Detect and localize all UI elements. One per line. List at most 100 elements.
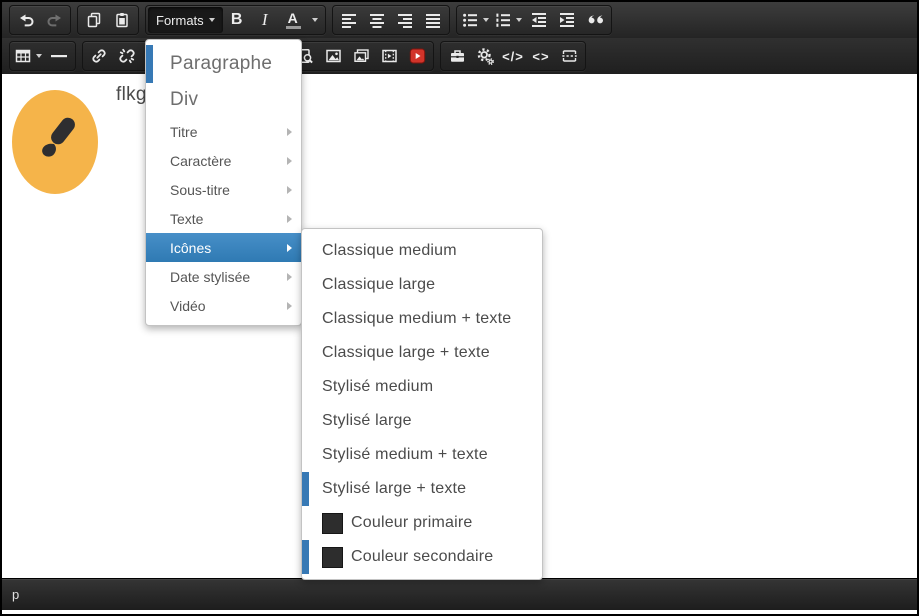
toolbar-row-2: </> <>: [2, 38, 917, 74]
text-color-dropdown[interactable]: [307, 7, 323, 33]
chevron-right-icon: [287, 243, 292, 252]
submenu-item-label: Stylisé medium: [322, 378, 434, 395]
submenu-item-stylise-medium[interactable]: Stylisé medium: [302, 370, 542, 404]
numbered-list-icon: [495, 12, 511, 28]
formats-label: Formats: [156, 12, 204, 28]
copy-button[interactable]: [80, 7, 108, 33]
submenu-item-couleur-secondaire[interactable]: Couleur secondaire: [302, 540, 542, 574]
briefcase-button[interactable]: [443, 43, 471, 69]
menu-item-titre[interactable]: Titre: [146, 117, 301, 146]
list-group: [455, 5, 612, 35]
align-center-button[interactable]: [363, 7, 391, 33]
submenu-item-label: Classique large + texte: [322, 344, 490, 361]
bold-icon: B: [230, 11, 243, 28]
settings-button[interactable]: [471, 43, 499, 69]
menu-item-caractere[interactable]: Caractère: [146, 146, 301, 175]
align-right-button[interactable]: [391, 7, 419, 33]
submenu-item-classique-large-texte[interactable]: Classique large + texte: [302, 336, 542, 370]
history-group: [9, 5, 71, 35]
inline-code-icon: <>: [532, 48, 550, 64]
indent-icon: [559, 12, 575, 28]
horizontal-rule-button[interactable]: [45, 43, 73, 69]
redo-icon: [46, 12, 63, 28]
caret-down-icon: [515, 18, 522, 22]
horizontal-rule-icon: [50, 48, 68, 64]
submenu-item-stylise-medium-texte[interactable]: Stylisé medium + texte: [302, 438, 542, 472]
blockquote-button[interactable]: [581, 7, 609, 33]
element-path[interactable]: p: [12, 587, 19, 602]
numbered-list-button[interactable]: [492, 7, 525, 33]
submenu-item-stylise-large[interactable]: Stylisé large: [302, 404, 542, 438]
bullet-list-button[interactable]: [459, 7, 492, 33]
outdent-icon: [531, 12, 547, 28]
menu-item-div[interactable]: Div: [146, 83, 301, 117]
source-code-button[interactable]: </>: [499, 43, 527, 69]
media-icon: [381, 48, 398, 64]
submenu-item-label: Stylisé medium + texte: [322, 446, 488, 463]
indent-button[interactable]: [553, 7, 581, 33]
align-left-icon: [341, 12, 357, 28]
submenu-item-classique-large[interactable]: Classique large: [302, 268, 542, 302]
menu-item-video[interactable]: Vidéo: [146, 291, 301, 320]
align-left-button[interactable]: [335, 7, 363, 33]
undo-icon: [18, 12, 35, 28]
menu-item-label: Titre: [170, 123, 198, 140]
media-button[interactable]: [375, 43, 403, 69]
menu-item-label: Paragraphe: [170, 53, 273, 74]
settings-gear-icon: [477, 47, 494, 65]
clipboard-group: [77, 5, 139, 35]
text-color-swatch: [285, 26, 301, 29]
inline-code-button[interactable]: <>: [527, 43, 555, 69]
submenu-item-label: Classique medium + texte: [322, 310, 512, 327]
redo-button[interactable]: [40, 7, 68, 33]
submenu-item-label: Stylisé large: [322, 412, 412, 429]
paste-button[interactable]: [108, 7, 136, 33]
menu-item-label: Date stylisée: [170, 268, 251, 285]
table-group: [9, 41, 76, 71]
menu-item-paragraphe[interactable]: Paragraphe: [146, 45, 301, 83]
color-swatch-icon: [322, 546, 343, 568]
menu-item-texte[interactable]: Texte: [146, 204, 301, 233]
submenu-item-label: Stylisé large + texte: [322, 480, 467, 497]
submenu-item-stylise-large-texte[interactable]: Stylisé large + texte: [302, 472, 542, 506]
image-button[interactable]: [319, 43, 347, 69]
paintbrush-icon: [29, 112, 81, 173]
blockquote-icon: [586, 12, 604, 28]
text-color-button[interactable]: A: [279, 7, 307, 33]
youtube-button[interactable]: [403, 43, 431, 69]
unlink-button[interactable]: [113, 43, 141, 69]
youtube-icon: [409, 48, 426, 64]
bold-button[interactable]: B: [223, 7, 251, 33]
menu-item-label: Caractère: [170, 152, 232, 169]
chevron-right-icon: [287, 301, 292, 310]
outdent-button[interactable]: [525, 7, 553, 33]
menu-item-date-stylisee[interactable]: Date stylisée: [146, 262, 301, 291]
submenu-item-couleur-primaire[interactable]: Couleur primaire: [302, 506, 542, 540]
align-justify-button[interactable]: [419, 7, 447, 33]
page-break-button[interactable]: [555, 43, 583, 69]
document-text[interactable]: flkg: [116, 84, 147, 106]
menu-item-icones[interactable]: Icônes: [146, 233, 301, 262]
submenu-item-classique-medium[interactable]: Classique medium: [302, 234, 542, 268]
link-button[interactable]: [85, 43, 113, 69]
color-swatch-icon: [322, 512, 343, 534]
briefcase-icon: [449, 48, 466, 64]
gallery-button[interactable]: [347, 43, 375, 69]
caret-down-icon: [482, 18, 489, 22]
caret-down-icon: [311, 18, 318, 22]
toolbar-row-1: Formats B I A: [2, 2, 917, 38]
rich-text-editor: Formats B I A </> <> flkg p Paragraphe D…: [0, 0, 919, 616]
submenu-item-label: Couleur primaire: [351, 514, 473, 531]
undo-button[interactable]: [12, 7, 40, 33]
format-group: Formats B I A: [145, 5, 326, 35]
page-break-icon: [561, 48, 578, 64]
italic-button[interactable]: I: [251, 7, 279, 33]
italic-icon: I: [261, 10, 268, 29]
icones-submenu: Classique medium Classique large Classiq…: [301, 228, 543, 580]
menu-item-sous-titre[interactable]: Sous-titre: [146, 175, 301, 204]
chevron-right-icon: [287, 272, 292, 281]
table-button[interactable]: [12, 43, 45, 69]
submenu-item-classique-medium-texte[interactable]: Classique medium + texte: [302, 302, 542, 336]
formats-menu-button[interactable]: Formats: [148, 7, 223, 33]
submenu-item-label: Couleur secondaire: [351, 548, 494, 565]
